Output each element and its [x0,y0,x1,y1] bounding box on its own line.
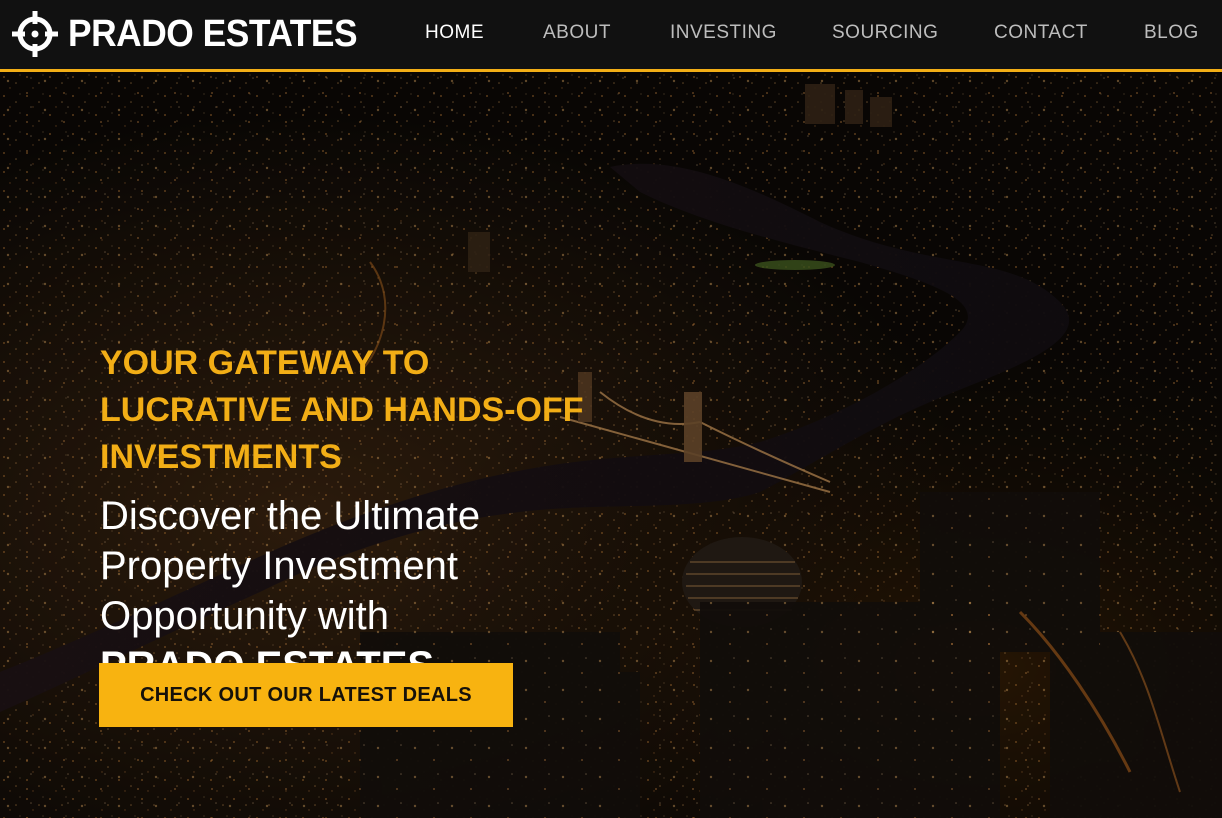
nav-sourcing[interactable]: SOURCING [832,22,938,44]
kicker-line: LUCRATIVE AND HANDS-OFF [100,391,584,429]
kicker-line: INVESTMENTS [100,438,342,476]
hero-text-block: YOUR GATEWAY TO LUCRATIVE AND HANDS-OFF … [100,340,720,691]
hero-kicker: YOUR GATEWAY TO LUCRATIVE AND HANDS-OFF … [100,340,720,481]
nav-contact[interactable]: CONTACT [994,22,1088,44]
main-menu: HOME ABOUT INVESTING SOURCING CONTACT BL… [0,0,1222,69]
headline-line: Opportunity with [100,594,390,638]
nav-blog[interactable]: BLOG [1144,22,1199,44]
hero-headline: Discover the Ultimate Property Investmen… [100,491,720,691]
latest-deals-button[interactable]: CHECK OUT OUR LATEST DEALS [99,663,513,727]
headline-line: Property Investment [100,544,458,588]
top-navigation-bar: PRADO ESTATES HOME ABOUT INVESTING SOURC… [0,0,1222,72]
nav-home[interactable]: HOME [425,22,484,44]
kicker-line: YOUR GATEWAY TO [100,344,430,382]
nav-about[interactable]: ABOUT [543,22,611,44]
headline-line: Discover the Ultimate [100,494,481,538]
nav-investing[interactable]: INVESTING [670,22,777,44]
